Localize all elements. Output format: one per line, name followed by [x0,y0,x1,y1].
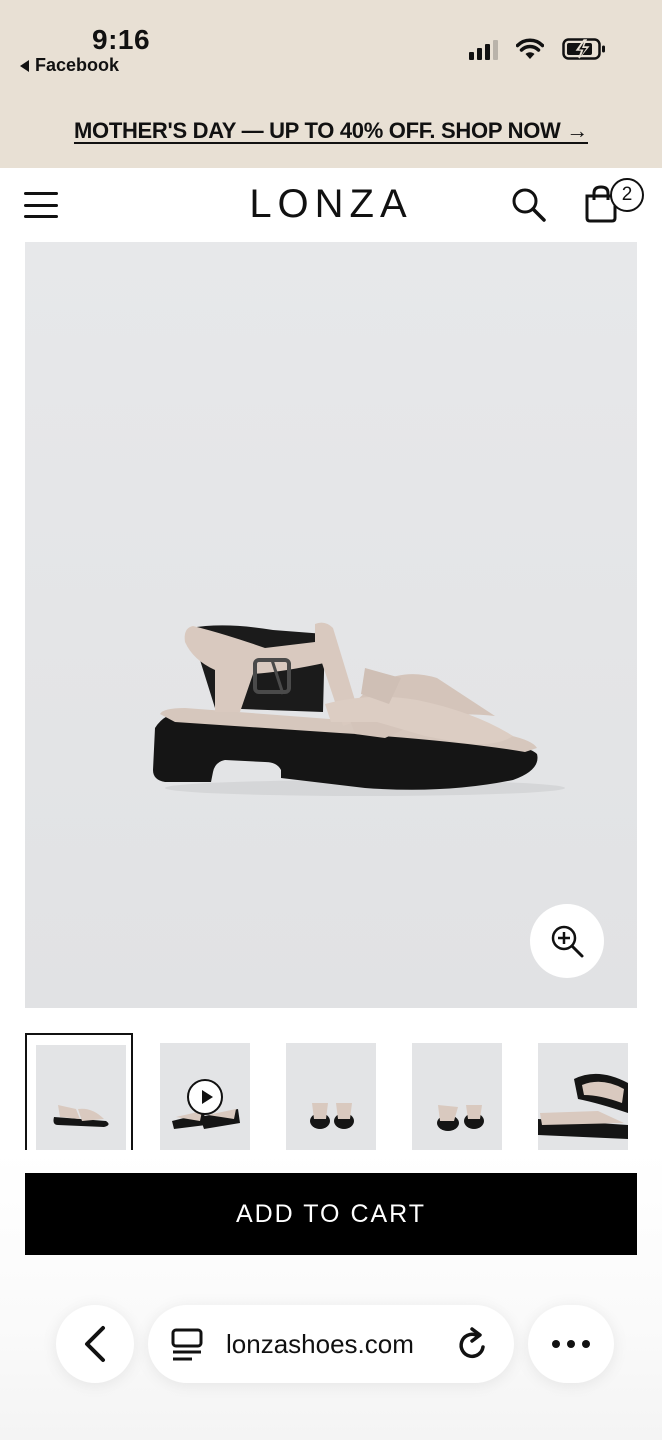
thumbnail-2-video[interactable] [151,1033,259,1151]
zoom-in-icon [551,925,584,958]
product-image-main[interactable] [25,242,637,1008]
back-triangle-icon [20,59,29,72]
reader-icon[interactable] [170,1327,204,1363]
site-logo[interactable]: LONZA [0,182,662,227]
status-time: 9:16 [92,24,151,55]
chevron-left-icon [85,1326,105,1362]
thumbnail-4[interactable] [403,1033,511,1151]
promo-link[interactable]: MOTHER'S DAY — UP TO 40% OFF. SHOP NOW → [74,118,588,143]
thumbnail-1[interactable] [25,1033,133,1153]
promo-banner[interactable]: MOTHER'S DAY — UP TO 40% OFF. SHOP NOW → [0,118,662,144]
zoom-button[interactable] [530,904,604,978]
thumbnail-3[interactable] [277,1033,385,1151]
play-video-icon[interactable] [187,1079,223,1115]
thumbnail-5[interactable] [529,1033,637,1151]
add-to-cart-button[interactable]: ADD TO CART [25,1173,637,1255]
battery-charging-icon [562,38,605,60]
site-header: LONZA 2 [0,168,662,242]
thumbnail-strip [25,1033,662,1153]
back-to-app-link[interactable]: Facebook [20,55,119,76]
reload-icon[interactable] [456,1327,490,1363]
signal-icon [469,38,498,60]
more-icon[interactable] [528,1305,614,1383]
address-bar[interactable]: lonzashoes.com [148,1305,514,1383]
browser-back-button[interactable] [56,1305,134,1383]
url-text: lonzashoes.com [226,1329,414,1359]
search-icon[interactable] [510,186,548,224]
wifi-icon [516,38,544,59]
back-app-label: Facebook [35,55,120,75]
cart-count-badge[interactable]: 2 [610,178,644,212]
status-icons [469,38,606,60]
sandal-image [25,242,637,1008]
